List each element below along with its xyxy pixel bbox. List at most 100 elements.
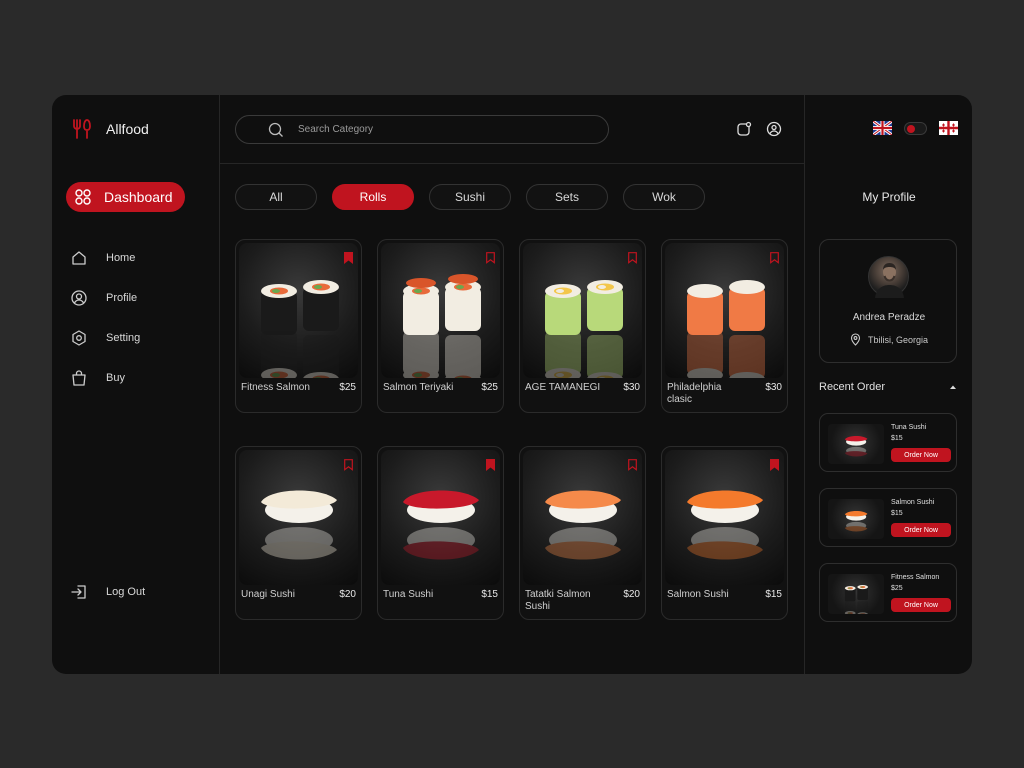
product-image [381, 450, 500, 585]
food-illustration [545, 280, 623, 378]
language-toggle[interactable] [904, 121, 927, 135]
product-image [665, 450, 784, 585]
order-image [828, 574, 884, 617]
product-name: Tatatki Salmon Sushi [525, 589, 591, 612]
food-illustration [545, 490, 621, 560]
product-price: $25 [481, 382, 498, 393]
product-price: $15 [765, 589, 782, 600]
product-card[interactable]: AGE TAMANEGI $30 [519, 239, 646, 413]
caret-up-icon[interactable] [949, 384, 957, 390]
recent-order-item: Fitness Salmon $25 Order Now [819, 563, 957, 622]
bookmark-icon[interactable] [486, 459, 495, 471]
order-now-button[interactable]: Order Now [891, 523, 951, 537]
sidebar-nav: Home Profile Setting Buy [70, 238, 140, 398]
settings-icon [72, 330, 86, 346]
shopping-bag-icon [72, 370, 86, 386]
main-content: All Rolls Sushi Sets Wok Fitness [220, 95, 804, 674]
order-now-button[interactable]: Order Now [891, 448, 951, 462]
product-card[interactable]: Unagi Sushi $20 [235, 446, 362, 620]
bookmark-icon[interactable] [344, 252, 353, 264]
order-now-button[interactable]: Order Now [891, 598, 951, 612]
bookmark-icon[interactable] [628, 252, 637, 264]
bookmark-icon[interactable] [770, 252, 779, 264]
product-card[interactable]: Fitness Salmon $25 [235, 239, 362, 413]
recent-order-title: Recent Order [819, 381, 886, 393]
category-tabs: All Rolls Sushi Sets Wok [235, 184, 705, 210]
product-card[interactable]: Philadelphia clasic $30 [661, 239, 788, 413]
product-card[interactable]: Salmon Teriyaki $25 [377, 239, 504, 413]
dashboard-button[interactable]: Dashboard [66, 182, 185, 212]
sidebar-item-setting[interactable]: Setting [70, 318, 140, 358]
product-price: $20 [623, 589, 640, 600]
app-window: Allfood Dashboard Home Profile Setting B… [52, 95, 972, 674]
location-pin-icon [850, 333, 861, 346]
tab-all[interactable]: All [235, 184, 317, 210]
recent-order-header[interactable]: Recent Order [819, 381, 957, 393]
right-panel: My Profile Andrea Peradze Tbilisi, Georg… [804, 95, 972, 674]
profile-location: Tbilisi, Georgia [820, 333, 958, 346]
product-image [665, 243, 784, 378]
product-card[interactable]: Tatatki Salmon Sushi $20 [519, 446, 646, 620]
food-illustration [844, 584, 868, 617]
bookmark-icon[interactable] [628, 459, 637, 471]
search-input[interactable] [298, 124, 558, 135]
tab-sets[interactable]: Sets [526, 184, 608, 210]
sidebar: Allfood Dashboard Home Profile Setting B… [52, 95, 220, 674]
product-image [523, 450, 642, 585]
sidebar-item-label: Setting [106, 332, 141, 344]
person-photo [875, 263, 904, 298]
food-illustration [261, 490, 337, 560]
order-name: Salmon Sushi [891, 499, 935, 506]
product-price: $30 [765, 382, 782, 393]
product-name: Unagi Sushi [241, 589, 295, 600]
food-illustration [403, 490, 479, 560]
product-price: $30 [623, 382, 640, 393]
tab-sushi[interactable]: Sushi [429, 184, 511, 210]
food-illustration [687, 280, 765, 378]
uk-flag-icon[interactable] [873, 121, 892, 135]
logout-icon [71, 585, 86, 599]
profile-heading: My Profile [862, 190, 916, 204]
avatar [868, 256, 909, 298]
order-image [828, 499, 884, 539]
profile-card[interactable]: Andrea Peradze Tbilisi, Georgia [819, 239, 957, 363]
food-illustration [844, 510, 868, 532]
sidebar-item-label: Home [106, 252, 136, 264]
language-switcher [873, 121, 958, 135]
product-name: AGE TAMANEGI [525, 382, 601, 393]
sidebar-item-profile[interactable]: Profile [70, 278, 140, 318]
top-bar [220, 95, 804, 164]
dashboard-label: Dashboard [104, 189, 173, 205]
logout-label: Log Out [106, 586, 146, 598]
bookmark-icon[interactable] [486, 252, 495, 264]
sidebar-item-buy[interactable]: Buy [70, 358, 140, 398]
product-name: Tuna Sushi [383, 589, 434, 600]
product-price: $20 [339, 589, 356, 600]
recent-orders-list: Tuna Sushi $15 Order Now Salmon Sushi $1… [819, 413, 957, 638]
home-icon [72, 251, 86, 265]
tab-rolls[interactable]: Rolls [332, 184, 414, 210]
account-icon[interactable] [766, 121, 782, 137]
bookmark-icon[interactable] [344, 459, 353, 471]
order-price: $25 [891, 585, 903, 592]
order-price: $15 [891, 510, 903, 517]
product-card[interactable]: Tuna Sushi $15 [377, 446, 504, 620]
product-name: Salmon Sushi [667, 589, 729, 600]
product-name: Salmon Teriyaki [383, 382, 454, 393]
georgia-flag-icon[interactable] [939, 121, 958, 135]
sidebar-item-home[interactable]: Home [70, 238, 140, 278]
food-illustration [687, 490, 763, 560]
product-card[interactable]: Salmon Sushi $15 [661, 446, 788, 620]
bookmark-icon[interactable] [770, 459, 779, 471]
logout-button[interactable]: Log Out [70, 583, 145, 601]
recent-order-item: Salmon Sushi $15 Order Now [819, 488, 957, 547]
tab-wok[interactable]: Wok [623, 184, 705, 210]
notification-icon[interactable] [736, 121, 752, 137]
product-image [381, 243, 500, 378]
fork-knife-icon [73, 119, 91, 139]
product-name: Fitness Salmon [241, 382, 310, 393]
brand-name: Allfood [106, 121, 149, 137]
grid-icon [75, 189, 91, 205]
search-bar[interactable] [235, 115, 609, 144]
product-price: $25 [339, 382, 356, 393]
